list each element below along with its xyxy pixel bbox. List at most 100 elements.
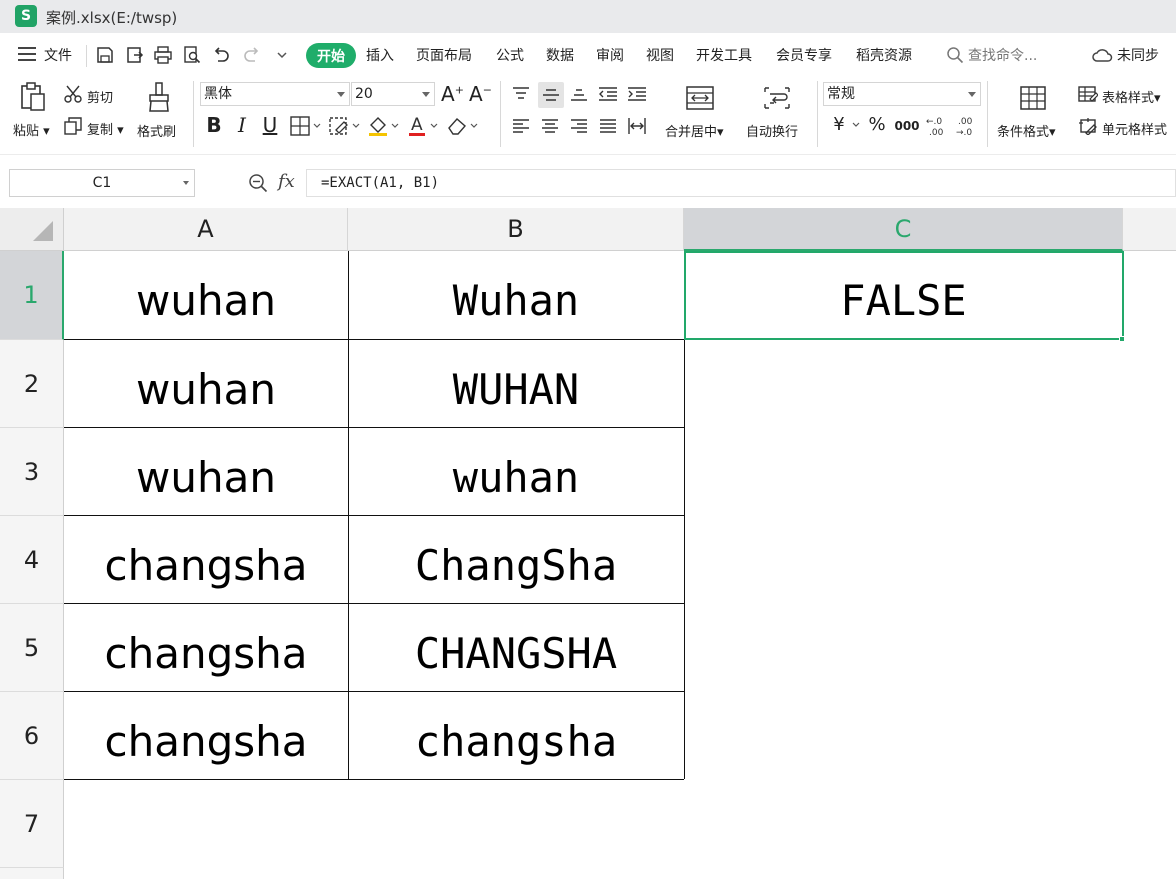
paste-button[interactable]: 粘贴 ▾ <box>13 120 50 139</box>
table-style-icon[interactable] <box>1077 84 1099 106</box>
cell-style-button-icon[interactable] <box>1077 115 1099 137</box>
align-center-icon[interactable] <box>539 115 561 137</box>
cloud-sync-icon[interactable] <box>1092 44 1114 66</box>
export-pdf-icon[interactable] <box>124 44 146 66</box>
align-bottom-icon[interactable] <box>568 83 590 105</box>
justify-icon[interactable] <box>597 115 619 137</box>
column-header-a[interactable]: A <box>64 208 348 251</box>
menu-icon[interactable] <box>18 47 36 61</box>
cell-a3[interactable]: wuhan <box>64 428 348 516</box>
column-header-c[interactable]: C <box>684 208 1123 251</box>
tab-member[interactable]: 会员专享 <box>776 45 832 65</box>
undo-icon[interactable] <box>210 44 232 66</box>
align-left-icon[interactable] <box>510 115 532 137</box>
save-icon[interactable] <box>94 44 116 66</box>
decrease-font-size-icon[interactable]: A− <box>469 82 492 106</box>
tab-formulas[interactable]: 公式 <box>496 45 524 65</box>
align-top-icon[interactable] <box>510 83 532 105</box>
cell-style-button[interactable]: 单元格样式 <box>1102 119 1167 138</box>
font-name-select[interactable]: 黑体 <box>200 82 350 106</box>
italic-icon[interactable]: I <box>231 113 253 137</box>
file-menu[interactable]: 文件 <box>44 45 72 65</box>
borders-icon[interactable] <box>288 114 324 138</box>
cell-a1[interactable]: wuhan <box>64 251 348 339</box>
tab-view[interactable]: 视图 <box>646 45 674 65</box>
fx-icon[interactable]: fx <box>278 171 295 192</box>
distributed-align-icon[interactable] <box>626 115 648 137</box>
row-header-5[interactable]: 5 <box>0 604 64 692</box>
currency-icon[interactable]: ¥ <box>828 114 850 135</box>
select-all-corner[interactable] <box>0 208 64 251</box>
quick-access-dropdown-icon[interactable] <box>271 44 293 66</box>
cell-b1[interactable]: Wuhan <box>348 251 684 339</box>
copy-icon[interactable] <box>62 115 84 137</box>
table-style-button[interactable]: 表格样式▾ <box>1102 87 1161 106</box>
row-header-3[interactable]: 3 <box>0 428 64 516</box>
align-middle-icon[interactable] <box>538 82 564 108</box>
conditional-format-icon[interactable] <box>1017 83 1049 113</box>
cell-b3[interactable]: wuhan <box>348 428 684 516</box>
merge-center-icon[interactable] <box>684 83 716 113</box>
column-header-d[interactable] <box>1123 208 1176 251</box>
tab-review[interactable]: 审阅 <box>596 45 624 65</box>
search-command-input[interactable]: 查找命令... <box>968 45 1037 65</box>
row-header-4[interactable]: 4 <box>0 516 64 604</box>
tab-docer[interactable]: 稻壳资源 <box>856 45 912 65</box>
tab-data[interactable]: 数据 <box>546 45 574 65</box>
merge-center-button[interactable]: 合并居中▾ <box>665 121 724 140</box>
cut-icon[interactable] <box>62 83 84 105</box>
search-icon[interactable] <box>944 44 966 66</box>
column-header-b[interactable]: B <box>348 208 684 251</box>
print-icon[interactable] <box>152 44 174 66</box>
cell-b4[interactable]: ChangSha <box>348 516 684 604</box>
row-header-6[interactable]: 6 <box>0 692 64 780</box>
increase-indent-icon[interactable] <box>626 83 648 105</box>
print-preview-icon[interactable] <box>181 44 203 66</box>
tab-insert[interactable]: 插入 <box>366 45 394 65</box>
tab-home[interactable]: 开始 <box>306 43 356 68</box>
font-size-select[interactable]: 20 <box>351 82 435 106</box>
clear-format-icon[interactable] <box>445 114 481 138</box>
cell-a6[interactable]: changsha <box>64 692 348 780</box>
underline-icon[interactable]: U <box>259 113 281 137</box>
tab-developer[interactable]: 开发工具 <box>696 45 752 65</box>
decrease-indent-icon[interactable] <box>597 83 619 105</box>
cell-a4[interactable]: changsha <box>64 516 348 604</box>
percent-icon[interactable]: % <box>866 114 888 135</box>
cell-b6[interactable]: changsha <box>348 692 684 780</box>
cell-style-icon[interactable] <box>327 114 363 138</box>
conditional-format-button[interactable]: 条件格式▾ <box>997 121 1056 140</box>
increase-font-size-icon[interactable]: A+ <box>441 82 464 106</box>
formula-input[interactable]: =EXACT(A1, B1) <box>306 169 1176 197</box>
name-box[interactable]: C1 <box>9 169 195 197</box>
thousands-separator-icon[interactable]: 000 <box>894 115 920 137</box>
fill-color-icon[interactable] <box>366 114 402 138</box>
currency-dropdown-icon[interactable] <box>850 119 862 131</box>
paste-icon[interactable] <box>18 81 48 113</box>
redo-icon[interactable] <box>241 44 263 66</box>
row-header-7[interactable]: 7 <box>0 780 64 868</box>
zoom-search-icon[interactable] <box>246 171 270 195</box>
row-header-2[interactable]: 2 <box>0 340 64 428</box>
tab-page-layout[interactable]: 页面布局 <box>416 45 472 65</box>
format-painter-icon[interactable] <box>145 81 173 113</box>
cell-b5[interactable]: CHANGSHA <box>348 604 684 692</box>
cell-a2[interactable]: wuhan <box>64 340 348 428</box>
format-painter-button[interactable]: 格式刷 <box>137 121 176 140</box>
wrap-text-icon[interactable] <box>761 83 793 113</box>
font-color-icon[interactable]: A <box>405 114 441 138</box>
cut-button[interactable]: 剪切 <box>87 87 113 106</box>
align-right-icon[interactable] <box>568 115 590 137</box>
wrap-text-button[interactable]: 自动换行 <box>746 121 798 140</box>
row-header-1[interactable]: 1 <box>0 251 64 340</box>
cell-b2[interactable]: WUHAN <box>348 340 684 428</box>
cell-a5[interactable]: changsha <box>64 604 348 692</box>
increase-decimal-icon[interactable]: ←.0.00 <box>923 113 949 139</box>
decrease-decimal-icon[interactable]: .00 →.0 <box>953 113 979 139</box>
number-format-select[interactable]: 常规 <box>823 82 981 106</box>
fill-handle[interactable] <box>1119 336 1125 342</box>
row-header-8[interactable] <box>0 868 64 879</box>
copy-button[interactable]: 复制 ▾ <box>87 119 124 138</box>
bold-icon[interactable]: B <box>203 113 225 137</box>
sync-status[interactable]: 未同步 <box>1117 45 1159 65</box>
